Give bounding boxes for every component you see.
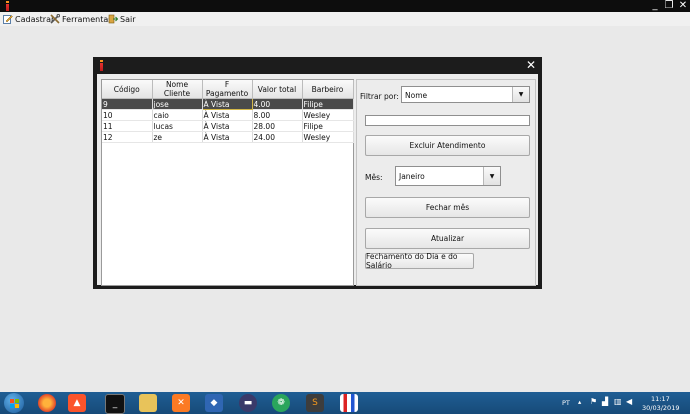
table-row[interactable]: 9 jose À Vista 4.00 Filipe [102,98,354,110]
table-cell: 28.00 [252,120,303,132]
table-cell: Wesley [302,109,354,121]
table-cell: À Vista [202,120,253,132]
app-logo-icon [5,1,10,11]
taskbar: ▲ _ ✕ ◆ ▬ ❁ S PT ▴ ⚑ ▟ ▥ ◀ 11:17 30/03/2… [0,392,690,414]
table-cell: À Vista [201,98,253,110]
filter-select-value: Nome [405,91,428,100]
table-cell: 9 [102,98,153,110]
table-cell: 10 [102,109,153,121]
table-cell: caio [152,109,203,121]
search-input[interactable] [365,115,530,126]
table-row[interactable]: 11 lucas À Vista 28.00 Filipe [102,120,354,132]
atendimentos-dialog: ✕ Código Nome Cliente F Pagamento Valor … [93,57,542,289]
table-cell: ze [152,131,203,143]
network-icon[interactable]: ▥ [614,397,622,406]
tools-icon [50,14,60,24]
month-label: Mês: [365,173,383,182]
window-title-bar: _ ❐ ✕ [0,0,690,12]
volume-icon[interactable]: ◀ [626,397,632,406]
start-button[interactable] [4,393,24,413]
menu-ferramentas[interactable]: Ferramentas [50,13,112,25]
column-header[interactable]: Valor total [252,80,303,99]
menu-sair[interactable]: Sair [108,13,136,25]
table-header-row: Código Nome Cliente F Pagamento Valor to… [102,80,354,99]
table-cell: 24.00 [252,131,303,143]
table-cell: 11 [102,120,153,132]
table-cell: À Vista [202,131,253,143]
update-button[interactable]: Atualizar [365,228,530,249]
media-icon[interactable]: ▬ [239,394,257,412]
column-header[interactable]: F Pagamento [202,80,253,99]
xampp-icon[interactable]: ✕ [172,394,190,412]
delete-atendimento-button[interactable]: Excluir Atendimento [365,135,530,156]
app-logo-icon [99,60,104,71]
dialog-title-bar: ✕ [93,57,542,73]
flag-icon[interactable]: ⚑ [590,397,597,406]
virtualbox-icon[interactable]: ◆ [205,394,223,412]
barber-app-icon[interactable] [340,394,358,412]
table-row[interactable]: 12 ze À Vista 24.00 Wesley [102,131,354,143]
dialog-close-button[interactable]: ✕ [524,59,538,71]
atendimentos-table[interactable]: Código Nome Cliente F Pagamento Valor to… [101,79,354,286]
clock-time[interactable]: 11:17 [651,395,670,403]
restore-button[interactable]: ❐ [662,0,676,12]
table-cell: Filipe [302,120,354,132]
column-header[interactable]: Barbeiro [302,80,354,99]
exit-icon [108,14,118,24]
chevron-down-icon: ▼ [483,167,500,185]
table-cell: 4.00 [252,98,303,110]
table-row[interactable]: 10 caio À Vista 8.00 Wesley [102,109,354,121]
menu-bar: Cadastrar Ferramentas Sair [0,12,690,26]
table-cell: jose [152,98,203,110]
table-cell: lucas [152,120,203,132]
table-cell: Filipe [302,98,354,110]
table-cell: 8.00 [252,109,303,121]
close-button[interactable]: ✕ [676,0,690,12]
menu-cadastrar[interactable]: Cadastrar [3,13,54,25]
menu-label: Sair [120,14,136,24]
month-select-value: Janeiro [399,172,425,181]
firefox-icon[interactable] [38,394,56,412]
day-close-button[interactable]: Fechamento do Dia e do Salário [365,252,474,270]
close-month-button[interactable]: Fechar mês [365,197,530,218]
minimize-button[interactable]: _ [648,0,662,12]
brave-icon[interactable]: ▲ [68,394,86,412]
language-indicator[interactable]: PT [562,399,570,407]
filter-label: Filtrar por: [360,92,399,101]
table-cell: À Vista [202,109,253,121]
files-icon[interactable] [139,394,157,412]
terminal-icon[interactable]: _ [105,394,125,414]
dialog-body: Código Nome Cliente F Pagamento Valor to… [97,74,538,286]
month-select[interactable]: Janeiro ▼ [395,166,501,186]
chevron-down-icon: ▼ [512,87,529,102]
column-header[interactable]: Nome Cliente [152,80,203,99]
edit-icon [3,15,13,24]
tray-expand-icon[interactable]: ▴ [578,398,581,406]
column-header[interactable]: Código [102,80,153,99]
table-cell: Wesley [302,131,354,143]
menu-label: Ferramentas [62,14,113,24]
sublime-icon[interactable]: S [306,394,324,412]
signal-icon[interactable]: ▟ [602,397,608,406]
windows-logo-icon [10,399,19,408]
app-icon[interactable]: ❁ [272,394,290,412]
clock-date[interactable]: 30/03/2019 [642,404,679,412]
menu-label: Cadastrar [15,14,55,24]
table-cell: 12 [102,131,153,143]
filter-select[interactable]: Nome ▼ [401,86,530,103]
controls-panel: Filtrar por: Nome ▼ Excluir Atendimento … [356,79,536,286]
